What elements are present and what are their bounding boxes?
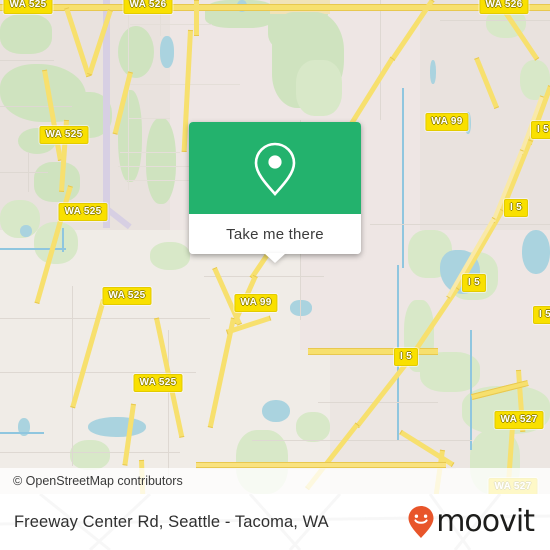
stream-ne [402,88,404,268]
street-n4 [120,152,180,153]
highway-shield-label: WA 526 [485,0,523,10]
highway-shield-label: I 5 [399,351,413,362]
map-screenshot: WA 525 WA 526 WA 526 WA 525 WA 99 I 5 WA 525 I … [0,0,550,550]
pond-w [20,225,32,237]
highway-shield-label: WA 99 [431,116,463,127]
highway-shield: WA 525 [3,0,53,14]
highway-shield: WA 99 [234,294,278,312]
park-n3 [146,118,176,204]
street-n6 [126,180,192,181]
road-ne1 [440,20,550,21]
park-c1 [150,242,190,270]
park-n1 [118,26,154,78]
popup-pointer [264,253,286,263]
park-sw1 [70,440,110,470]
road-sw1 [0,318,210,319]
stream-w [0,248,66,250]
highway-shield-label: I 5 [538,309,550,320]
highway-shield-label: WA 527 [500,414,538,425]
lake-sw [88,417,146,437]
highway-wa525-n [194,0,199,36]
park-w1 [34,162,80,202]
highway-shield: WA 525 [39,126,89,144]
highway-shield: WA 526 [123,0,173,14]
take-me-there-button[interactable]: Take me there [189,214,361,254]
highway-shield-label: I 5 [467,277,481,288]
highway-shield: I 5 [393,348,419,366]
highway-shield: WA 525 [133,374,183,392]
park-ne2 [296,60,342,116]
road-e1 [370,224,550,225]
road-w3 [0,172,48,173]
highway-shield-label: WA 525 [139,377,177,388]
park-s2 [296,412,330,442]
highway-wa526 [0,4,550,11]
pond-c [290,300,312,316]
highway-shield-label: WA 525 [45,129,83,140]
stream-w2 [62,228,64,252]
highway-shield: I 5 [532,306,550,324]
highway-shield-label: WA 525 [64,206,102,217]
popup-map-pin-panel [189,122,361,214]
road-w1 [0,106,72,107]
highway-shield: I 5 [503,199,529,217]
street-n2 [128,84,240,85]
lake-e2 [522,230,550,274]
stream-sw [0,432,44,434]
attribution-text: © OpenStreetMap contributors [13,474,183,488]
take-me-there-label: Take me there [226,225,324,243]
map-canvas[interactable]: WA 525 WA 526 WA 526 WA 525 WA 99 I 5 WA 525 I … [0,0,550,494]
road-c2 [204,276,324,277]
highway-shield: WA 526 [479,0,529,14]
highway-shield-label: I 5 [509,202,523,213]
moovit-logo[interactable]: moovit [407,504,535,539]
road-sw4 [168,330,169,480]
road-w2 [0,60,54,61]
highway-shield: WA 527 [494,411,544,429]
highway-shield-label: I 5 [536,124,550,135]
pond-n [160,36,174,68]
highway-shield-label: WA 525 [108,290,146,301]
highway-shield: WA 525 [102,287,152,305]
moovit-pin-icon [408,506,434,538]
stream-e [470,330,472,450]
page-title: Freeway Center Rd, Seattle - Tacoma, WA [14,512,329,531]
pond-ne [430,60,436,84]
road-w4 [28,152,29,192]
footer-bar: Freeway Center Rd, Seattle - Tacoma, WA … [0,494,550,550]
highway-shield-label: WA 99 [240,297,272,308]
park-nw1 [0,14,52,54]
road-sw3 [72,286,73,466]
highway-shield-label: WA 525 [9,0,47,10]
road-sw5 [0,452,180,453]
street-n1 [130,24,212,25]
moovit-wordmark: moovit [436,504,535,539]
highway-shield: I 5 [461,274,487,292]
road-e2 [380,0,381,120]
location-popup-card[interactable]: Take me there [189,122,361,263]
highway-shield: I 5 [530,121,550,139]
map-attribution[interactable]: © OpenStreetMap contributors [0,468,550,494]
map-pin-icon [254,142,296,196]
road-s1 [252,440,472,441]
pond-s [262,400,290,422]
street-n3 [128,118,170,119]
highway-shield: WA 99 [425,113,469,131]
highway-shield: WA 525 [58,203,108,221]
highway-shield-label: WA 526 [129,0,167,10]
street-nv1 [128,10,129,190]
